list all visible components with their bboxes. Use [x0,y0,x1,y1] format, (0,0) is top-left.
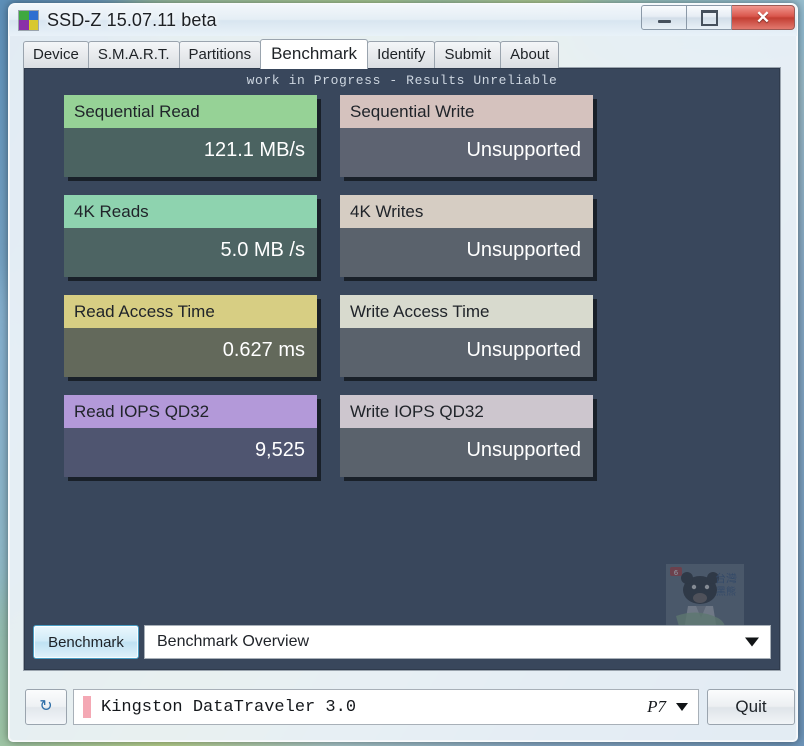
benchmark-run-button[interactable]: Benchmark [33,625,139,659]
ssd-z-logo-icon [18,9,39,31]
card-write-iops-qd32: Write IOPS QD32 Unsupported [340,395,593,477]
svg-text:台灣: 台灣 [715,571,737,585]
benchmark-control-bar: Benchmark Benchmark Overview [33,623,771,661]
card-title: Sequential Write [340,95,593,128]
application-window: SSD-Z 15.07.11 beta ✕ Device S.M.A.R.T. … [8,3,798,742]
quit-button[interactable]: Quit [707,689,795,725]
device-selector[interactable]: Kingston DataTraveler 3.0 P7 [73,689,699,725]
close-button[interactable]: ✕ [732,5,795,30]
card-title: Write Access Time [340,295,593,328]
card-title: Sequential Read [64,95,317,128]
card-4k-reads: 4K Reads 5.0 MB /s [64,195,317,277]
card-title: 4K Writes [340,195,593,228]
window-controls: ✕ [641,5,795,30]
card-read-iops-qd32: Read IOPS QD32 9,525 [64,395,317,477]
card-value: 121.1 MB/s [64,128,317,177]
card-write-access-time: Write Access Time Unsupported [340,295,593,377]
refresh-button[interactable]: ↻ [25,689,67,725]
card-value: Unsupported [340,228,593,277]
benchmark-view-select[interactable]: Benchmark Overview [144,625,771,659]
title-bar[interactable]: SSD-Z 15.07.11 beta ✕ [9,4,797,36]
work-in-progress-notice: work in Progress - Results Unreliable [246,73,558,88]
card-value: Unsupported [340,328,593,377]
window-title: SSD-Z 15.07.11 beta [47,9,217,30]
card-4k-writes: 4K Writes Unsupported [340,195,593,277]
card-sequential-write: Sequential Write Unsupported [340,95,593,177]
card-sequential-read: Sequential Read 121.1 MB/s [64,95,317,177]
svg-text:黑熊: 黑熊 [716,585,736,598]
tab-about[interactable]: About [500,41,560,68]
card-read-access-time: Read Access Time 0.627 ms [64,295,317,377]
tab-partitions[interactable]: Partitions [178,41,262,68]
close-icon: ✕ [755,8,771,27]
tab-device[interactable]: Device [23,41,89,68]
card-value: 5.0 MB /s [64,228,317,277]
benchmark-panel: work in Progress - Results Unreliable Se… [23,67,781,671]
device-color-swatch [83,696,91,718]
minimize-icon [657,19,671,23]
client-area: Device S.M.A.R.T. Partitions Benchmark I… [17,38,795,733]
maximize-button[interactable] [687,5,732,30]
benchmark-card-grid: Sequential Read 121.1 MB/s Sequential Wr… [64,95,740,477]
maximize-icon [700,9,718,26]
port-label: P7 [647,697,666,716]
tab-submit[interactable]: Submit [434,41,502,68]
card-title: Read IOPS QD32 [64,395,317,428]
tab-bar: Device S.M.A.R.T. Partitions Benchmark I… [17,38,787,69]
svg-text:6: 6 [674,569,679,577]
card-title: 4K Reads [64,195,317,228]
device-name: Kingston DataTraveler 3.0 [101,697,357,717]
chevron-down-icon [745,637,759,647]
tab-identify[interactable]: Identify [367,41,436,68]
status-bar: ↻ Kingston DataTraveler 3.0 P7 Quit [25,687,795,727]
card-title: Write IOPS QD32 [340,395,593,428]
port-selector[interactable]: P7 [647,697,688,717]
chevron-down-icon [676,703,688,711]
tab-benchmark[interactable]: Benchmark [260,39,369,69]
benchmark-view-value: Benchmark Overview [157,633,310,650]
card-value: 0.627 ms [64,328,317,377]
card-value: 9,525 [64,428,317,477]
card-value: Unsupported [340,128,593,177]
card-value: Unsupported [340,428,593,477]
card-title: Read Access Time [64,295,317,328]
minimize-button[interactable] [641,5,687,30]
refresh-icon: ↻ [39,698,53,715]
tab-smart[interactable]: S.M.A.R.T. [87,41,180,68]
